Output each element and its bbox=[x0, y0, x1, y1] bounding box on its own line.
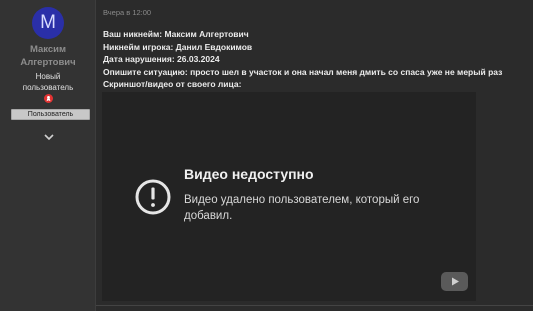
video-error-message: Видео удалено пользователем, который его… bbox=[184, 194, 420, 222]
divider bbox=[96, 305, 533, 306]
post-timestamp[interactable]: Вчера в 12:00 bbox=[103, 8, 151, 17]
post-body: Ваш никнейм: Максим Алгертович Никнейм и… bbox=[103, 28, 531, 91]
user-title-line1: Новый bbox=[35, 72, 61, 81]
post-line-media: Скриншот/видео от своего лица: bbox=[103, 79, 242, 89]
user-title-line2: пользователь bbox=[22, 83, 74, 92]
role-badge: Пользователь bbox=[11, 109, 90, 120]
post-line-description: Опишите ситуацию: просто шел в участок и… bbox=[103, 66, 503, 77]
username-link[interactable]: Максим Алгертович bbox=[0, 44, 96, 69]
exclamation-circle-icon bbox=[132, 176, 174, 218]
user-sidebar: M Максим Алгертович Новый пользователь П… bbox=[0, 0, 96, 311]
video-error-title: Видео недоступно bbox=[184, 166, 314, 182]
username-last: Алгертович bbox=[20, 56, 76, 68]
username-first: Максим bbox=[29, 44, 67, 55]
chevron-down-icon[interactable] bbox=[43, 129, 55, 141]
post-line-player: Никнейм игрока: Данил Евдокимов bbox=[103, 41, 253, 52]
forum-post: M Максим Алгертович Новый пользователь П… bbox=[0, 0, 533, 311]
post-line-date: Дата нарушения: 26.03.2024 bbox=[103, 54, 220, 64]
post-line-nickname: Ваш никнейм: Максим Алгертович bbox=[103, 29, 249, 39]
video-embed[interactable]: Видео недоступно Видео удалено пользоват… bbox=[102, 92, 476, 301]
avatar[interactable]: M bbox=[32, 7, 64, 39]
red-badge-icon bbox=[44, 94, 53, 103]
user-title: Новый пользователь bbox=[0, 71, 96, 93]
youtube-icon[interactable] bbox=[441, 272, 468, 291]
